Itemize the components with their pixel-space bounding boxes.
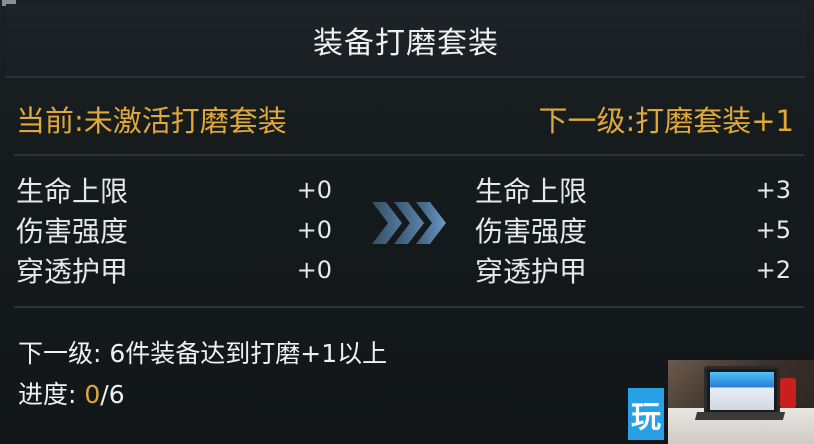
next-stats: 生命上限 +3 伤害强度 +5 穿透护甲 +2 [475, 170, 795, 290]
stat-row: 伤害强度 +5 [475, 210, 795, 250]
triple-chevron-right-icon [372, 200, 448, 246]
panel-title: 装备打磨套装 [313, 26, 499, 61]
next-state: 下一级:打磨套装+1 [538, 98, 794, 140]
stat-row: 伤害强度 +0 [16, 210, 336, 250]
stat-value: +5 [755, 216, 791, 244]
next-state-label: 下一级: [538, 104, 636, 138]
next-state-value: 打磨套装+1 [635, 104, 794, 138]
divider [14, 306, 804, 308]
current-stats: 生命上限 +0 伤害强度 +0 穿透护甲 +0 [16, 170, 336, 290]
next-level-requirement: 下一级: 6件装备达到打磨+1以上 [18, 339, 388, 368]
stat-value: +0 [296, 256, 332, 284]
stat-name: 穿透护甲 [475, 255, 588, 288]
set-bonus-panel: 装备打磨套装 当前:未激活打磨套装 下一级:打磨套装+1 生命上限 +0 伤害强… [0, 0, 814, 444]
stat-value: +0 [296, 176, 332, 204]
stat-name: 伤害强度 [475, 215, 588, 248]
overlay-ad-image [668, 360, 814, 444]
stat-row: 穿透护甲 +2 [475, 250, 795, 290]
soda-can-image [780, 378, 796, 408]
stat-name: 生命上限 [475, 175, 588, 208]
divider [14, 154, 804, 156]
stat-row: 穿透护甲 +0 [16, 250, 336, 290]
current-state-label: 当前: [16, 104, 84, 138]
title-bar: 装备打磨套装 [6, 4, 806, 78]
stat-row: 生命上限 +0 [16, 170, 336, 210]
progress-label: 进度: [18, 380, 77, 409]
progress-current: 0 [84, 380, 101, 409]
current-state-value: 未激活打磨套装 [83, 104, 287, 138]
current-state: 当前:未激活打磨套装 [16, 98, 287, 140]
laptop-base [694, 412, 786, 420]
progress-text: 进度: 0/6 [18, 375, 125, 411]
watermark-logo: 玩 [628, 388, 664, 440]
stat-name: 伤害强度 [16, 215, 129, 248]
state-row: 当前:未激活打磨套装 下一级:打磨套装+1 [0, 98, 814, 148]
stat-value: +2 [755, 256, 791, 284]
laptop-image [704, 366, 780, 416]
stat-value: +3 [755, 176, 791, 204]
stat-name: 穿透护甲 [16, 255, 129, 288]
progress-total: /6 [100, 380, 125, 409]
stat-name: 生命上限 [16, 175, 129, 208]
stat-row: 生命上限 +3 [475, 170, 795, 210]
stat-value: +0 [296, 216, 332, 244]
